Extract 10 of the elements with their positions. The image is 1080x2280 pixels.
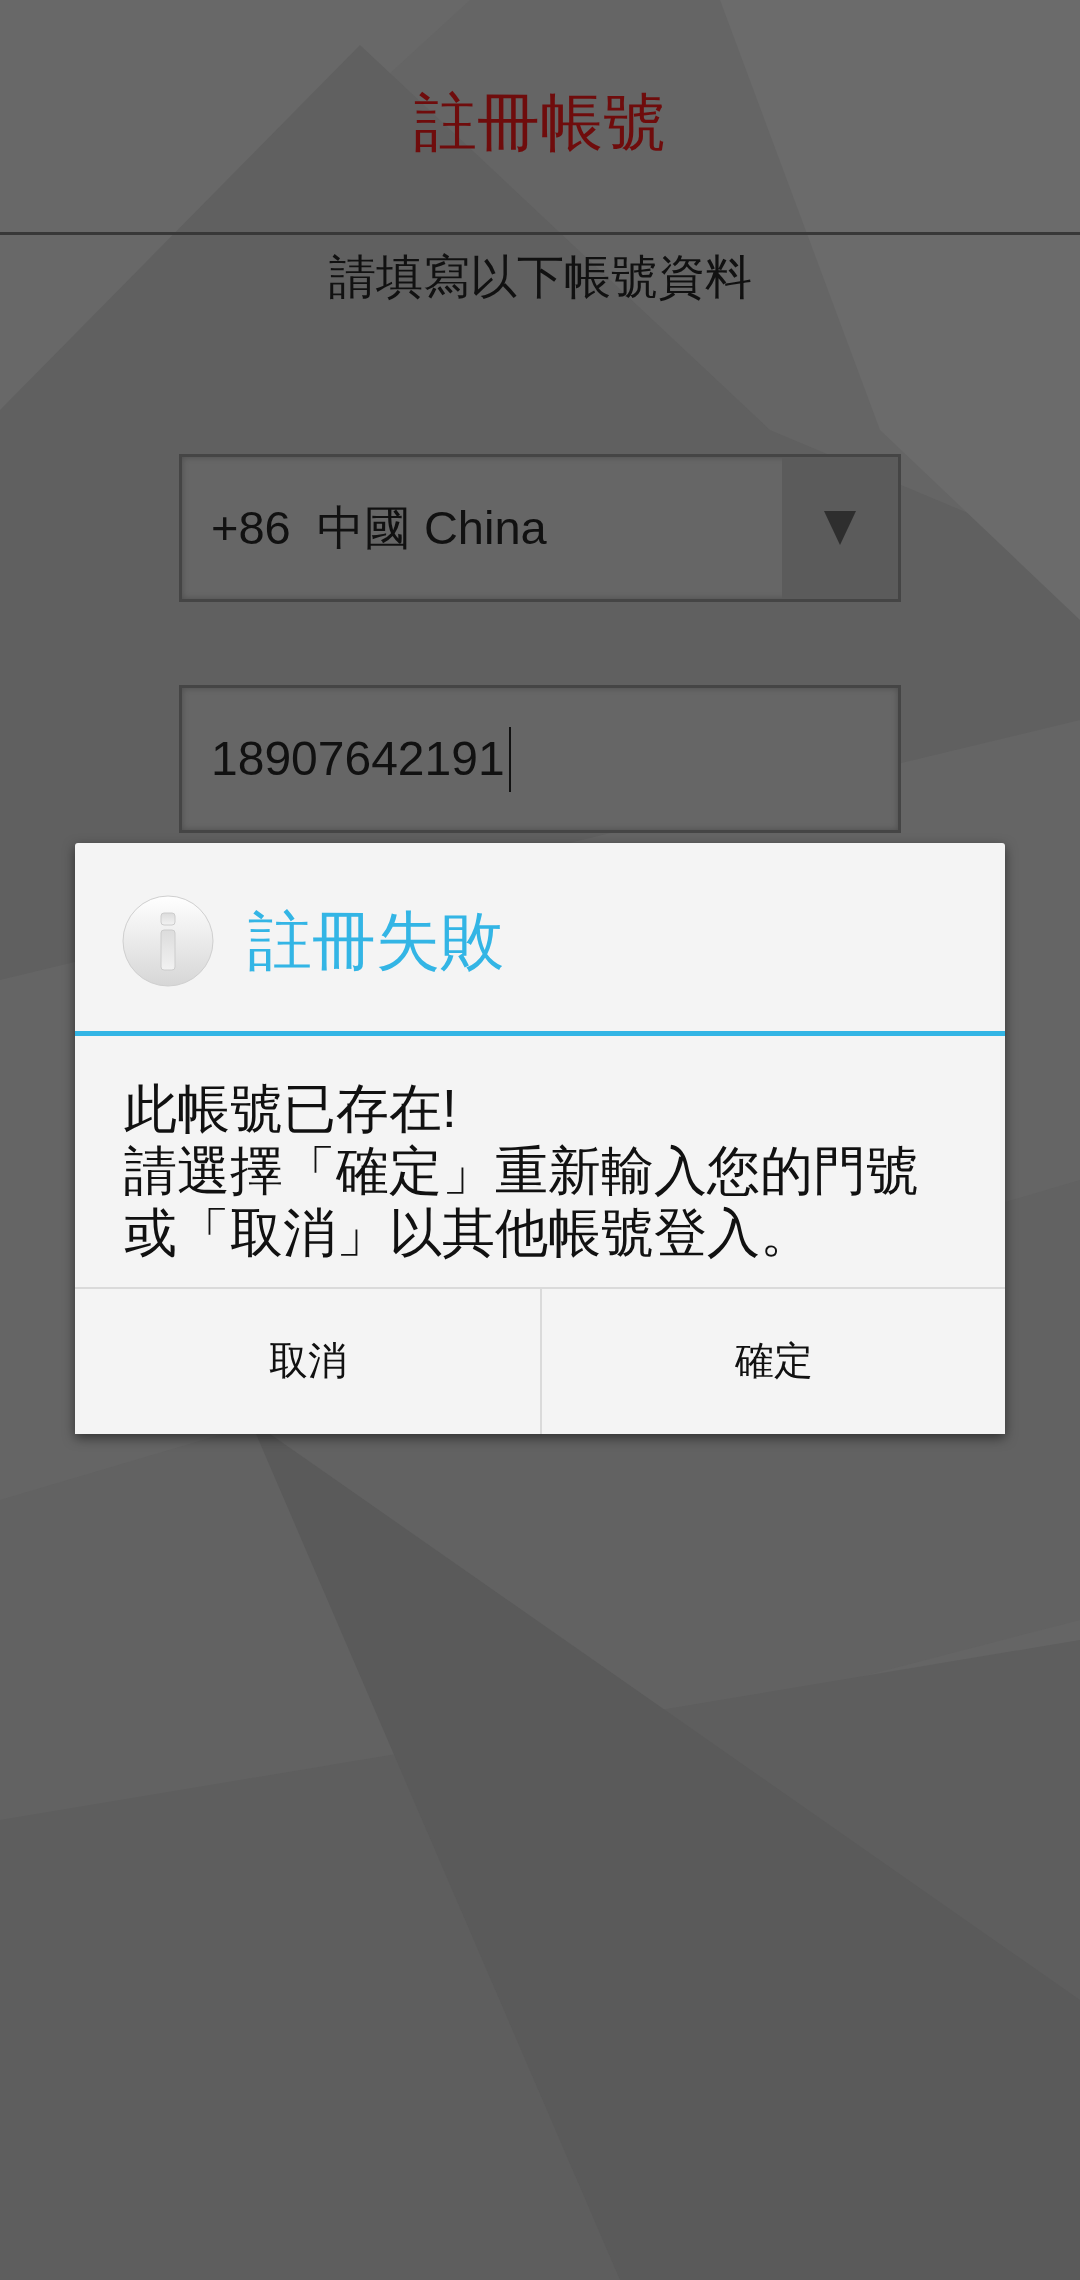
page-subtitle: 請填寫以下帳號資料 bbox=[327, 251, 753, 303]
page-title: 註冊帳號 bbox=[414, 86, 666, 160]
dialog-title: 註冊失敗 bbox=[248, 903, 504, 979]
dialog-message: 請選擇「確定」重新輸入您的門號或「取消」以其他帳號登入。 bbox=[124, 1140, 920, 1264]
info-icon bbox=[122, 895, 214, 987]
caret-icon bbox=[824, 511, 856, 545]
dialog-button[interactable]: 確定 bbox=[540, 1289, 1005, 1434]
dialog-message: 此帳號已存在! bbox=[124, 1078, 458, 1140]
dropdown-button[interactable] bbox=[782, 457, 898, 599]
dialog-button[interactable]: 取消 bbox=[75, 1289, 540, 1434]
